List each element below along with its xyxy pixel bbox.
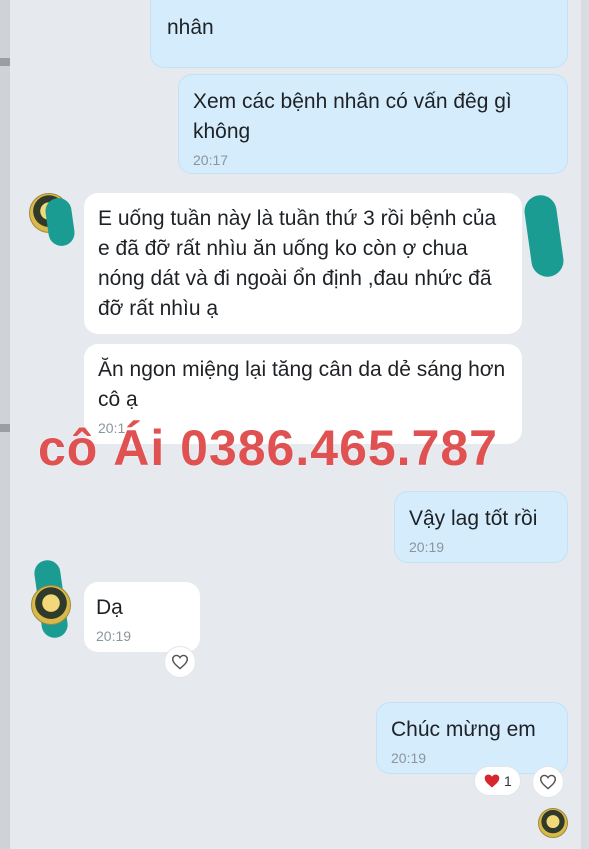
avatar[interactable] [31,585,71,625]
heart-outline-icon [171,654,189,670]
watermark-text: cô Ái 0386.465.787 [38,420,498,476]
left-edge [0,0,10,849]
message-text: Vậy lag tốt rồi [409,507,538,530]
blurred-overlay [522,193,566,279]
message-bubble-outgoing[interactable]: Chúc mừng em 20:19 [376,702,568,774]
message-time: 20:19 [391,750,427,766]
reaction-count[interactable]: 1 [474,766,521,796]
message-text: Chúc mừng em [391,718,536,741]
reaction-count-label: 1 [504,773,512,789]
message-time: 20:19 [96,628,132,644]
message-text: nhân [167,16,214,39]
message-text: Dạ [96,596,123,619]
message-bubble-outgoing[interactable]: Xem các bệnh nhân có vấn đêg gì không 20… [178,74,568,174]
edge-tick [0,424,10,432]
message-time: 20:19 [409,539,445,555]
blurred-overlay [43,196,77,248]
message-text: Ăn ngon miệng lại tăng cân da dẻ sáng hơ… [98,358,506,411]
message-bubble-outgoing[interactable]: nhân [150,0,568,68]
edge-tick [0,58,10,66]
heart-filled-icon [484,774,500,788]
seen-avatar [538,808,568,838]
message-time: 20:17 [193,152,229,168]
message-bubble-outgoing[interactable]: Vậy lag tốt rồi 20:19 [394,491,568,563]
heart-outline-icon [539,774,557,790]
react-button[interactable] [164,646,196,678]
right-edge [581,0,589,849]
message-text: Xem các bệnh nhân có vấn đêg gì không [193,90,512,143]
react-button[interactable] [532,766,564,798]
message-text: E uống tuần này là tuần thứ 3 rồi bệnh c… [98,207,497,320]
message-bubble-incoming[interactable]: E uống tuần này là tuần thứ 3 rồi bệnh c… [84,193,522,334]
message-bubble-incoming[interactable]: Dạ 20:19 [84,582,200,652]
